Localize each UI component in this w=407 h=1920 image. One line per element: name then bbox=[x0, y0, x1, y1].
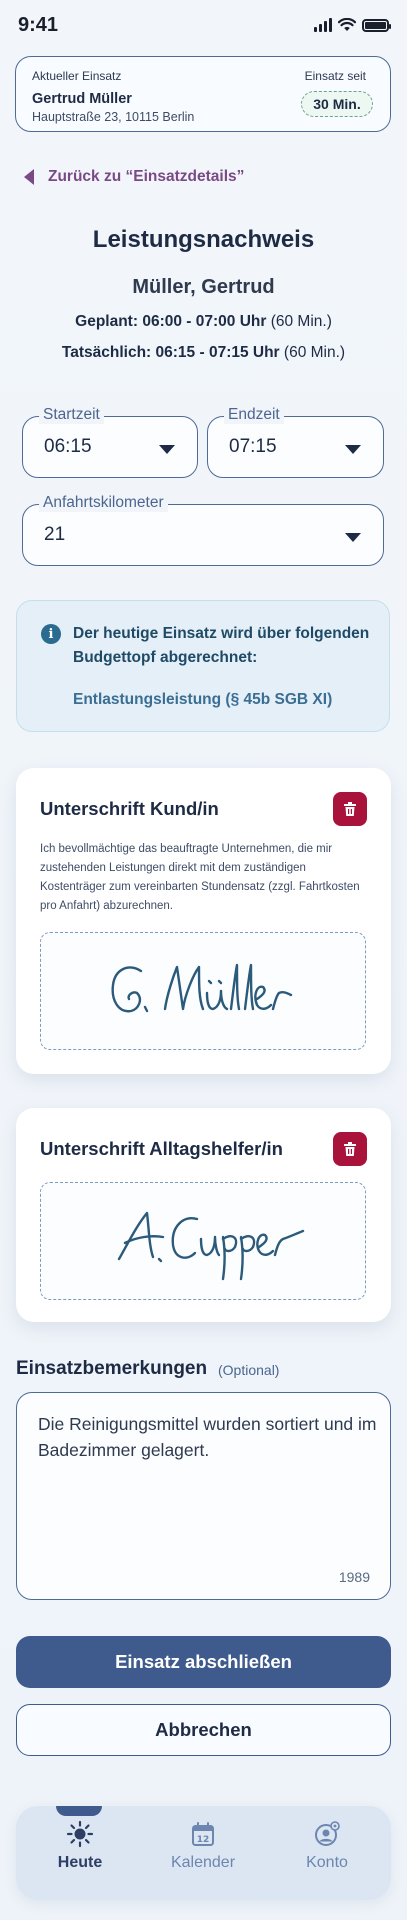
calendar-day-number: 12 bbox=[197, 1835, 210, 1845]
planned-label: Geplant: bbox=[75, 313, 139, 330]
nav-item-account[interactable]: Konto bbox=[272, 1820, 382, 1872]
trash-icon bbox=[344, 801, 356, 816]
client-signature-card: Unterschrift Kund/in Ich bevollmächtige … bbox=[16, 768, 391, 1074]
complete-assignment-button[interactable]: Einsatz abschließen bbox=[16, 1636, 391, 1688]
nav-item-calendar[interactable]: 12 Kalender bbox=[148, 1820, 258, 1872]
delete-helper-signature-button[interactable] bbox=[333, 1132, 367, 1166]
client-signature-image bbox=[111, 963, 293, 1013]
actual-label: Tatsächlich: bbox=[61, 344, 152, 361]
trash-icon bbox=[344, 1141, 356, 1156]
actual-time-line: Tatsächlich: 06:15 - 07:15 Uhr (60 Min.) bbox=[0, 344, 407, 362]
travel-km-label: Anfahrtskilometer bbox=[39, 494, 168, 512]
assignment-duration-badge: 30 Min. bbox=[301, 91, 373, 117]
budget-info-box: i Der heutige Einsatz wird über folgende… bbox=[16, 600, 390, 732]
helper-signature-image bbox=[117, 1211, 305, 1281]
active-tab-indicator bbox=[56, 1806, 102, 1816]
current-assignment-card[interactable]: Aktueller Einsatz Gertrud Müller Hauptst… bbox=[15, 56, 391, 132]
start-time-value: 06:15 bbox=[44, 436, 92, 457]
assignment-since-label: Einsatz seit bbox=[304, 69, 366, 83]
delete-client-signature-button[interactable] bbox=[333, 792, 367, 826]
helper-signature-title: Unterschrift Alltagshelfer/in bbox=[40, 1138, 283, 1159]
authorization-text: Ich bevollmächtige das beauftragte Unter… bbox=[40, 843, 360, 912]
cancel-button[interactable]: Abbrechen bbox=[16, 1704, 391, 1756]
sun-icon bbox=[66, 1820, 94, 1848]
travel-km-select[interactable]: Anfahrtskilometer 21 bbox=[22, 494, 384, 566]
planned-duration: (60 Min.) bbox=[270, 313, 332, 330]
end-time-label: Endzeit bbox=[224, 406, 284, 424]
budget-name: Entlastungsleistung (§ 45b SGB XI) bbox=[73, 691, 333, 708]
remarks-text: Die Reinigungsmittel wurden sortiert und… bbox=[38, 1414, 377, 1460]
helper-signature-card: Unterschrift Alltagshelfer/in bbox=[16, 1108, 391, 1322]
wifi-icon bbox=[338, 18, 356, 31]
actual-duration: (60 Min.) bbox=[283, 344, 346, 361]
nav-label-calendar: Kalender bbox=[170, 1854, 236, 1871]
page-title: Leistungsnachweis bbox=[92, 226, 315, 253]
remarks-character-counter: 1989 bbox=[338, 1569, 370, 1585]
info-icon: i bbox=[41, 624, 61, 644]
chevron-down-icon bbox=[345, 445, 361, 454]
actual-time: 06:15 - 07:15 Uhr bbox=[155, 344, 280, 361]
signal-icon bbox=[314, 18, 332, 32]
back-link-label: Zurück zu “Einsatzdetails” bbox=[48, 168, 245, 185]
start-time-label: Startzeit bbox=[39, 406, 104, 424]
chevron-down-icon bbox=[345, 533, 361, 542]
account-icon bbox=[315, 1821, 340, 1846]
remarks-label: Einsatzbemerkungen bbox=[16, 1358, 208, 1379]
back-link[interactable]: Zurück zu “Einsatzdetails” bbox=[24, 168, 244, 186]
helper-signature-pad[interactable] bbox=[40, 1182, 366, 1300]
nav-item-today[interactable]: Heute bbox=[25, 1820, 135, 1872]
planned-time-line: Geplant: 06:00 - 07:00 Uhr (60 Min.) bbox=[0, 313, 407, 331]
travel-km-value: 21 bbox=[44, 524, 66, 545]
planned-time: 06:00 - 07:00 Uhr bbox=[142, 313, 267, 330]
remarks-textarea[interactable]: Die Reinigungsmittel wurden sortiert und… bbox=[16, 1392, 391, 1600]
chevron-down-icon bbox=[159, 445, 175, 454]
client-signature-pad[interactable] bbox=[40, 932, 366, 1050]
bottom-navigation: Heute 12 Kalender Konto bbox=[16, 1806, 391, 1900]
start-time-select[interactable]: Startzeit 06:15 bbox=[22, 406, 198, 478]
end-time-value: 07:15 bbox=[229, 436, 277, 457]
battery-icon bbox=[362, 18, 391, 32]
assignment-client-name: Gertrud Müller bbox=[32, 91, 132, 107]
client-signature-title: Unterschrift Kund/in bbox=[40, 798, 219, 819]
back-arrow-icon bbox=[24, 169, 34, 185]
remarks-optional-hint: (Optional) bbox=[218, 1362, 280, 1378]
budget-info-text: Der heutige Einsatz wird über folgenden … bbox=[73, 625, 370, 666]
status-icons bbox=[314, 18, 391, 32]
status-time: 9:41 bbox=[18, 14, 59, 36]
assignment-address: Hauptstraße 23, 10115 Berlin bbox=[32, 110, 195, 124]
nav-label-account: Konto bbox=[306, 1854, 348, 1871]
nav-label-today: Heute bbox=[57, 1854, 103, 1871]
calendar-icon: 12 bbox=[192, 1822, 214, 1846]
assignment-label: Aktueller Einsatz bbox=[32, 69, 122, 83]
client-name: Müller, Gertrud bbox=[132, 276, 275, 298]
end-time-select[interactable]: Endzeit 07:15 bbox=[207, 406, 384, 478]
